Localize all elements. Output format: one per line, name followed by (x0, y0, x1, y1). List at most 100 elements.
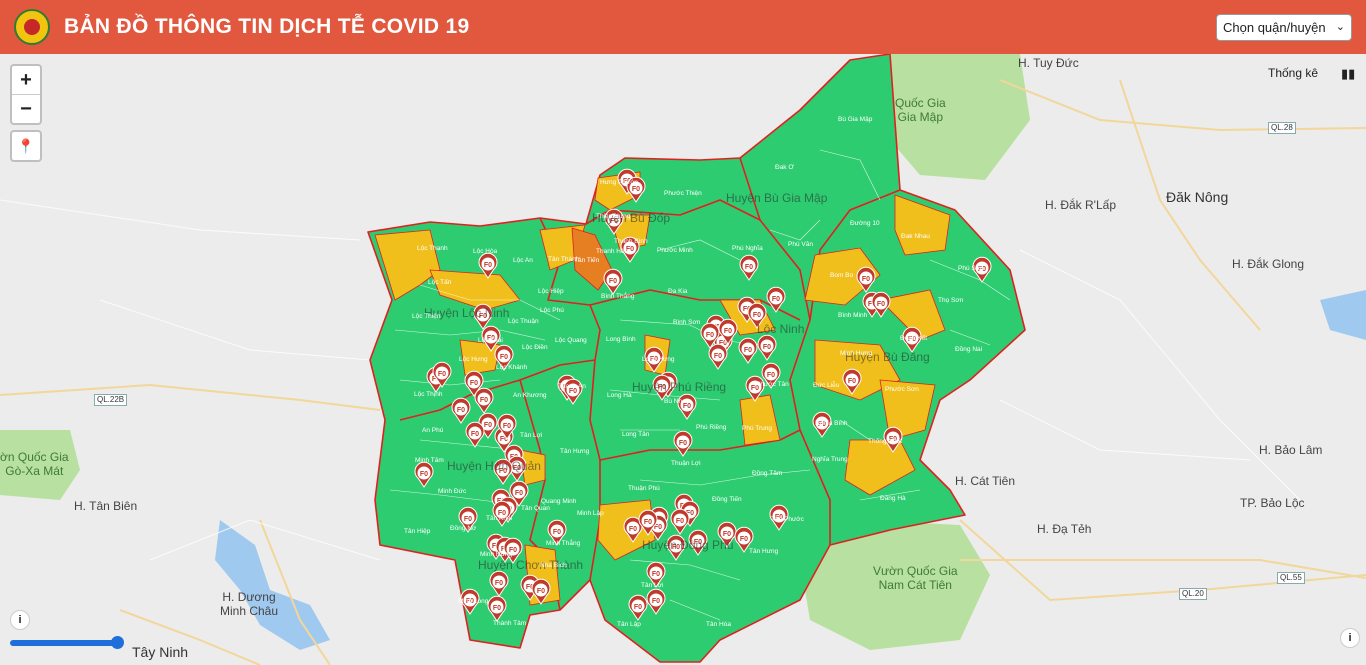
map-icon[interactable]: ▮▮ (1341, 66, 1355, 82)
svg-text:F0: F0 (420, 471, 428, 478)
commune-label: Bù Gia Mập (838, 116, 873, 123)
svg-text:F0: F0 (877, 301, 885, 308)
map-canvas[interactable]: F0 F0 F0 F0 F0 F0 F0 F0 F0 F0 F0 F0 F0 F0 F0 F0 F0 F0 F0 F0… (0, 54, 1366, 665)
chevron-down-icon: ⌄ (1335, 21, 1345, 33)
svg-text:F0: F0 (438, 371, 446, 378)
time-slider[interactable] (10, 640, 120, 646)
page-title: BẢN ĐỒ THÔNG TIN DỊCH TỄ COVID 19 (64, 15, 470, 38)
svg-text:F0: F0 (652, 571, 660, 578)
road-label: QL.28 (1268, 122, 1296, 134)
info-icon[interactable]: i (10, 610, 30, 630)
commune-label: Bình Thắng (601, 293, 635, 300)
commune-label: Đức Liễu (813, 382, 840, 389)
svg-text:F0: F0 (471, 431, 479, 438)
svg-text:F0: F0 (724, 328, 732, 335)
svg-text:F0: F0 (553, 529, 561, 536)
commune-label: Thọ Sơn (938, 297, 964, 304)
commune-label: Phước Minh (657, 247, 693, 254)
commune-label: Quang Minh (541, 498, 577, 505)
svg-text:F0: F0 (862, 276, 870, 283)
svg-text:F0: F0 (644, 519, 652, 526)
svg-text:F0: F0 (634, 604, 642, 611)
commune-label: Bình Sơn (673, 319, 701, 326)
info-icon[interactable]: i (1340, 628, 1360, 648)
svg-text:F0: F0 (679, 440, 687, 447)
app-header: BẢN ĐỒ THÔNG TIN DỊCH TỄ COVID 19 Chọn q… (0, 0, 1366, 54)
district-label: Huyện Chơn Thành (478, 558, 584, 572)
district-select[interactable]: Chọn quận/huyện ⌄ (1216, 14, 1352, 41)
commune-label: Đak Ơ (775, 164, 794, 171)
road-label: QL.20 (1179, 588, 1207, 600)
zoom-in-button[interactable]: + (12, 66, 40, 94)
commune-label: Bom Bo (830, 272, 854, 279)
svg-text:F0: F0 (484, 422, 492, 429)
svg-text:F0: F0 (470, 380, 478, 387)
commune-label: Đồng Tâm (752, 470, 783, 477)
svg-text:F0: F0 (480, 397, 488, 404)
district-select-value: Chọn quận/huyện (1223, 20, 1326, 35)
commune-label: Thanh Bình (614, 238, 648, 245)
place-label: H. Cát Tiên (955, 474, 1016, 488)
commune-label: Phú Trung (742, 425, 772, 432)
commune-label: Long Hà (607, 392, 632, 399)
road-label: QL.55 (1277, 572, 1305, 584)
svg-text:F0: F0 (495, 580, 503, 587)
commune-label: Phước Sơn (885, 386, 919, 393)
commune-label: An Phú (422, 427, 444, 434)
commune-label: Tân Lợi (641, 582, 664, 589)
svg-text:F0: F0 (714, 353, 722, 360)
place-label: TP. Bảo Lộc (1240, 496, 1305, 510)
commune-label: Thành Tâm (493, 620, 527, 627)
commune-label: Lộc Tấn (428, 279, 452, 286)
province-logo-icon (14, 9, 50, 45)
commune-label: Lộc Quang (555, 337, 587, 344)
commune-label: Thiện Hưng (596, 213, 631, 220)
svg-text:F0: F0 (723, 531, 731, 538)
time-slider-handle[interactable] (111, 636, 124, 649)
commune-label: Đoàn Kết (900, 335, 928, 342)
locate-button[interactable]: 📍 (10, 130, 42, 162)
commune-label: Tân Hòa (706, 621, 731, 628)
commune-label: Lộc Thiện (412, 313, 441, 320)
commune-label: Lộc An (513, 257, 533, 264)
stats-button[interactable]: Thống kê (1268, 66, 1318, 80)
district-label: Huyện Hớn Quản (447, 459, 541, 473)
svg-text:F0: F0 (745, 264, 753, 271)
commune-label: Long Tân (622, 431, 650, 438)
svg-text:F0: F0 (500, 354, 508, 361)
commune-label: Nghĩa Bình (815, 420, 848, 427)
place-label: Vườn Quốc Gia Nam Cát Tiên (873, 564, 958, 592)
commune-label: Nghĩa Trung (812, 456, 848, 463)
commune-label: Lộc Điền (522, 344, 548, 351)
svg-text:F0: F0 (493, 605, 501, 612)
zoom-out-button[interactable]: − (12, 94, 40, 123)
commune-label: Bù Nho (664, 398, 686, 405)
commune-label: Hưng Phước (600, 179, 638, 186)
commune-label: Lộc Thạnh (417, 245, 448, 252)
svg-text:F0: F0 (676, 518, 684, 525)
svg-text:F0: F0 (484, 262, 492, 269)
commune-label: Đak Nhau (901, 233, 930, 240)
commune-label: Tân Hưng (560, 448, 590, 455)
svg-text:F0: F0 (503, 423, 511, 430)
svg-text:F0: F0 (537, 588, 545, 595)
commune-label: Thuận Phú (628, 485, 660, 492)
svg-text:F0: F0 (457, 407, 465, 414)
svg-text:F0: F0 (772, 296, 780, 303)
svg-text:F0: F0 (632, 186, 640, 193)
commune-label: Tân Tiến (574, 257, 600, 264)
commune-label: Minh Thắng (546, 540, 581, 547)
place-label: H. Đạ Tẻh (1037, 522, 1092, 536)
svg-text:F0: F0 (848, 378, 856, 385)
svg-text:F0: F0 (609, 278, 617, 285)
commune-label: Minh Hưng (480, 551, 513, 558)
commune-label: Phước Tân (756, 381, 789, 388)
commune-label: Phú Sơn (958, 265, 984, 272)
place-label: ờn Quốc Gia Gò-Xa Mát (0, 450, 69, 478)
commune-label: Đường 10 (850, 220, 880, 227)
svg-text:F0: F0 (515, 490, 523, 497)
svg-text:F0: F0 (753, 312, 761, 319)
commune-label: Nha Bích (540, 562, 567, 569)
district-label: Huyện Phú Riềng (632, 380, 727, 394)
commune-label: Tân Quan (521, 505, 550, 512)
